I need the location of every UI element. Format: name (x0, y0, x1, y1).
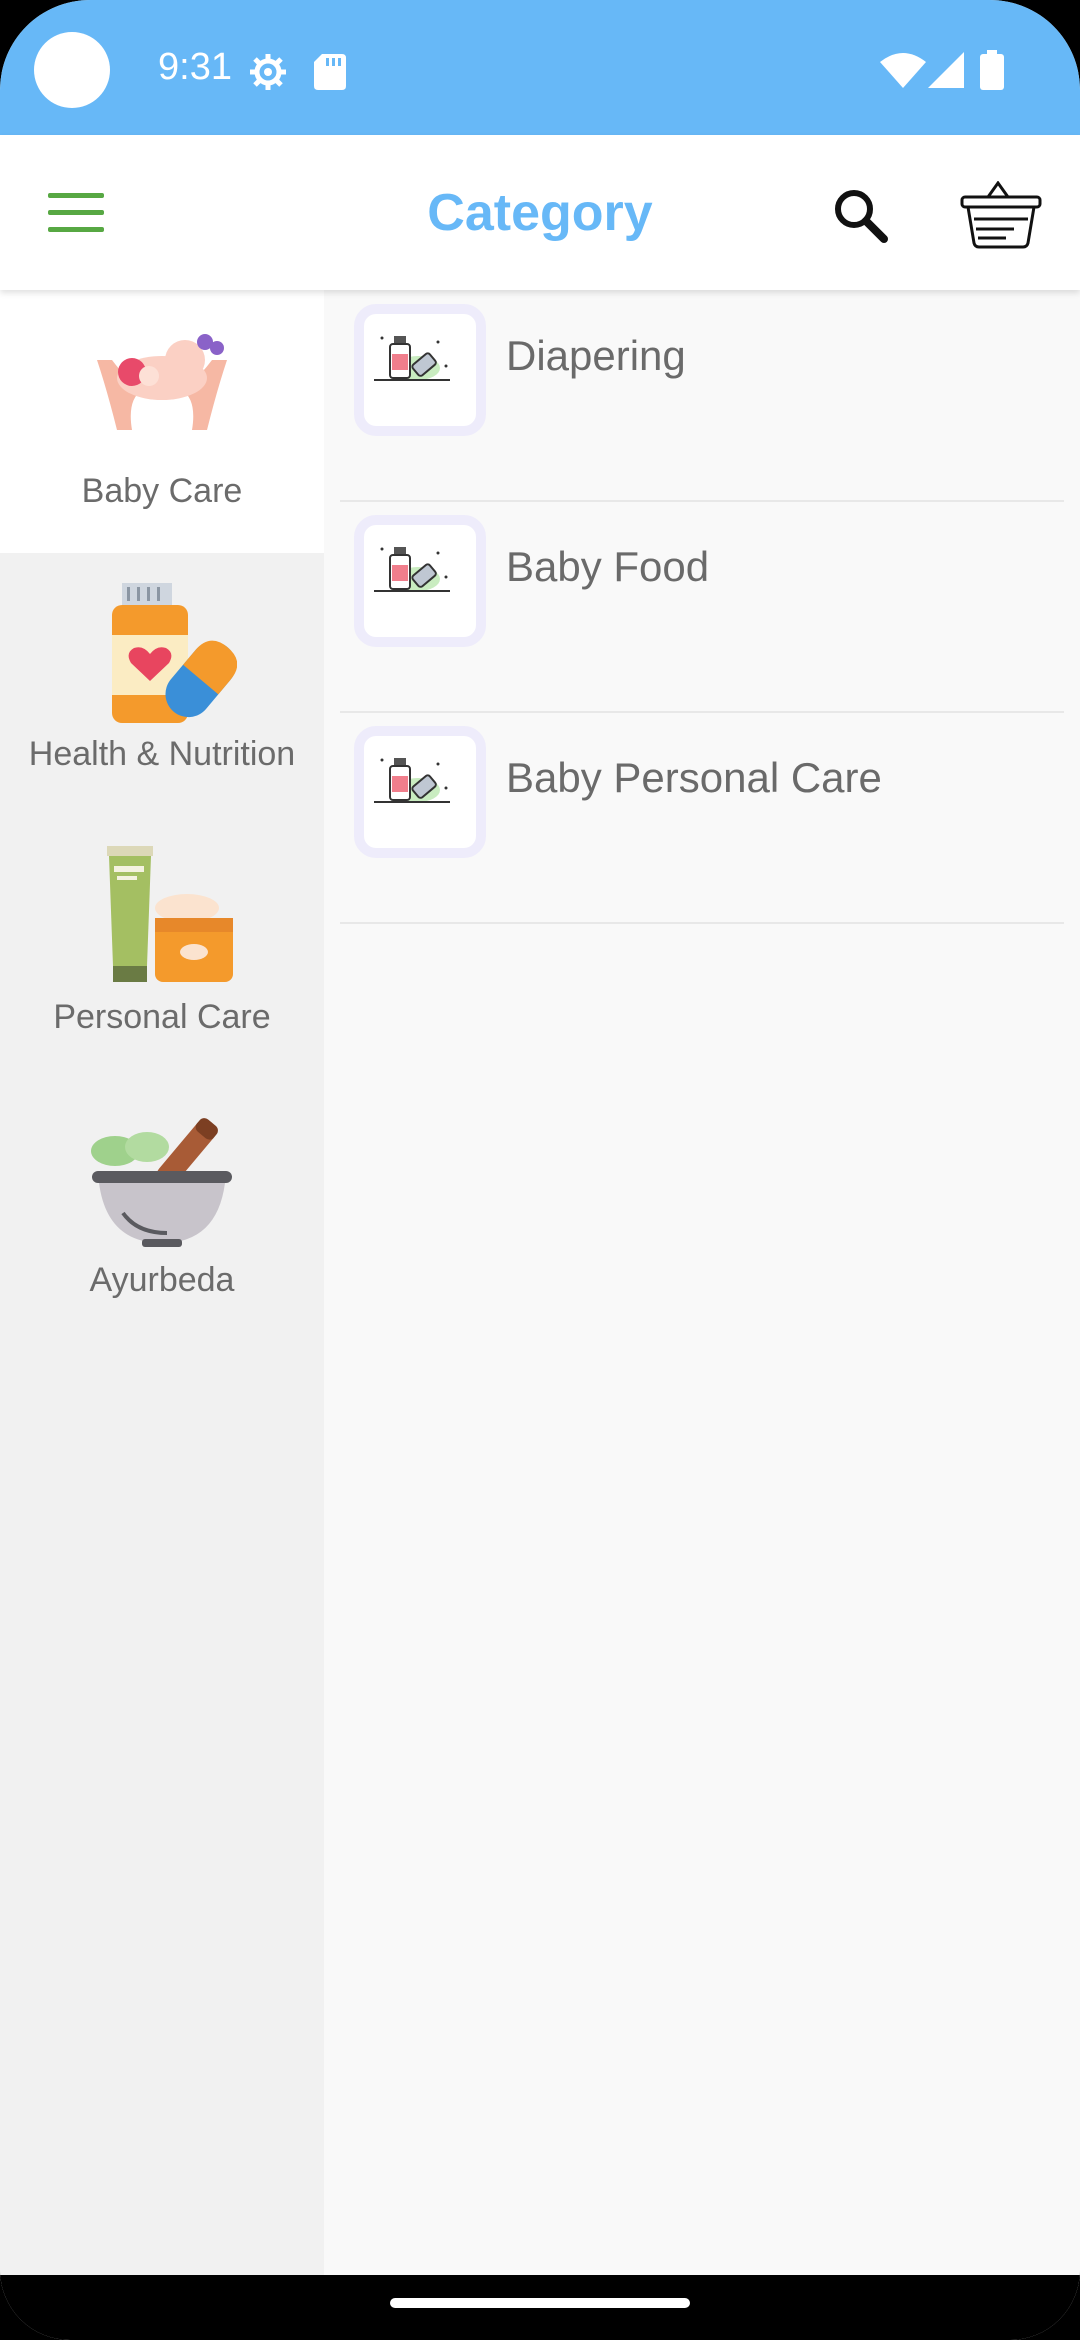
signal-icon (928, 52, 964, 88)
sd-card-icon (314, 54, 346, 90)
search-icon[interactable] (830, 185, 890, 245)
subcategory-item-diapering[interactable]: Diapering (340, 290, 1064, 502)
basket-icon[interactable] (960, 181, 1042, 249)
home-gesture-handle[interactable] (390, 2298, 690, 2308)
health-nutrition-icon (112, 583, 237, 723)
sidebar-item-health-nutrition[interactable]: Health & Nutrition (0, 553, 324, 816)
sidebar-item-label: Baby Care (81, 472, 243, 510)
app-bar: Category (0, 135, 1080, 290)
sidebar-item-personal-care[interactable]: Personal Care (0, 816, 324, 1079)
status-time: 9:31 (158, 46, 232, 88)
battery-icon (980, 50, 1004, 90)
subcategory-label: Diapering (506, 332, 686, 379)
sidebar-item-baby-care[interactable]: Baby Care (0, 290, 324, 553)
page-title: Category (427, 184, 653, 242)
sidebar-item-label: Health & Nutrition (28, 735, 296, 773)
subcategory-item-baby-food[interactable]: Baby Food (340, 501, 1064, 713)
camera-cutout (34, 32, 110, 108)
wifi-icon (880, 53, 926, 88)
category-sidebar: Baby Care Health & Nutrition Personal Ca… (0, 290, 324, 2275)
medicine-thumbnail-icon (354, 726, 486, 858)
medicine-thumbnail-icon (354, 304, 486, 436)
app-screen: 9:31 Category Baby Care Health & Nutriti… (0, 0, 1080, 2340)
subcategory-list: Diapering Baby Food Baby Personal Care (324, 290, 1080, 2275)
settings-icon (250, 54, 286, 90)
system-nav-bar (0, 2275, 1080, 2340)
status-bar: 9:31 (0, 0, 1080, 135)
sidebar-item-label: Personal Care (53, 998, 271, 1036)
medicine-thumbnail-icon (354, 515, 486, 647)
subcategory-label: Baby Food (506, 543, 710, 590)
ayurveda-icon (91, 1118, 232, 1247)
personal-care-icon (107, 846, 233, 982)
subcategory-label: Baby Personal Care (506, 754, 882, 801)
sidebar-item-label: Ayurbeda (89, 1261, 235, 1299)
baby-care-icon (97, 334, 227, 430)
sidebar-item-ayurbeda[interactable]: Ayurbeda (0, 1079, 324, 1342)
subcategory-item-baby-personal-care[interactable]: Baby Personal Care (340, 712, 1064, 924)
